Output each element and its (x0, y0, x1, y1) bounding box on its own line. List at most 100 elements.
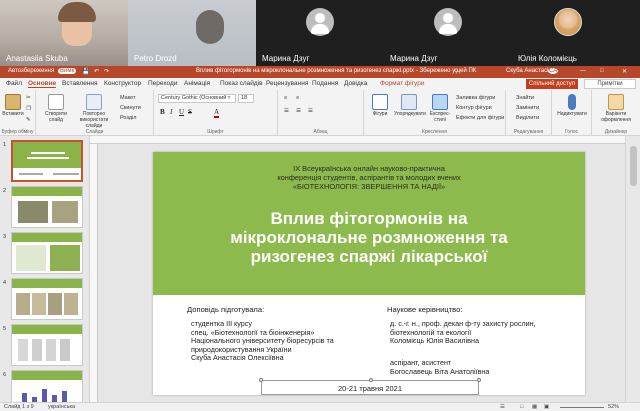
find-button[interactable]: Знайти (516, 95, 534, 101)
italic-button[interactable]: I (170, 108, 172, 116)
design-ideas-button[interactable]: Варіанти оформлення (594, 94, 638, 123)
maximize-icon[interactable]: □ (600, 68, 604, 74)
thumbnail-number: 4 (3, 280, 7, 286)
tab-help[interactable]: Довідка (344, 80, 367, 87)
align-left-icon[interactable]: ☰ (284, 108, 289, 114)
group-label: Креслення (422, 129, 447, 135)
tab-shape-format[interactable]: Формат фігури (380, 80, 424, 87)
cut-icon[interactable]: ✂ (26, 95, 31, 101)
slide-editing-area[interactable]: IX Всеукраїнська онлайн науково-практичн… (98, 144, 625, 402)
supervisor-info[interactable]: д. с.-г. н., проф. декан ф-ту захисту ро… (390, 319, 536, 346)
slide-thumbnail[interactable] (11, 186, 83, 228)
reuse-slides-label: Повторно використати слайди (79, 111, 109, 129)
conference-name[interactable]: IX Всеукраїнська онлайн науково-практичн… (153, 164, 585, 191)
section-button[interactable]: Розділ (120, 115, 136, 121)
numbering-icon[interactable]: ≡ (296, 95, 299, 101)
zoom-slider[interactable] (560, 407, 604, 408)
participant-tile[interactable]: Юлія Коломієць (512, 0, 640, 66)
resize-handle[interactable] (259, 378, 263, 382)
design-ideas-icon (608, 94, 624, 110)
shape-effects-button[interactable]: Ефекти для фігури (456, 115, 504, 121)
close-icon[interactable]: ✕ (622, 68, 627, 75)
date-textbox[interactable]: 20-21 травня 2021 (259, 378, 481, 395)
resize-handle[interactable] (477, 378, 481, 382)
bullets-icon[interactable]: ≡ (284, 95, 287, 101)
slide-thumbnail[interactable] (11, 232, 83, 274)
quick-styles-button[interactable]: Експрес-стилі (426, 94, 454, 123)
slide-thumbnail[interactable] (11, 278, 83, 320)
strikethrough-button[interactable]: S (188, 108, 192, 116)
tab-home[interactable]: Основне (28, 80, 57, 88)
notes-toggle-icon[interactable]: ☰ (500, 404, 505, 410)
minimize-icon[interactable]: — (580, 68, 586, 74)
vertical-scrollbar[interactable] (625, 136, 640, 402)
select-button[interactable]: Виділити (516, 115, 539, 121)
scrollbar-thumb[interactable] (630, 146, 637, 186)
tab-design[interactable]: Конструктор (104, 80, 141, 87)
align-right-icon[interactable]: ☰ (308, 108, 313, 114)
arrange-button[interactable]: Упорядкувати (394, 94, 426, 117)
design-ideas-label: Варіанти оформлення (601, 111, 631, 123)
participant-tile[interactable]: Марина Дзуг (256, 0, 384, 66)
group-label: Голос (564, 129, 579, 135)
dictate-button[interactable]: Надиктувати (554, 94, 590, 117)
participant-name: Anastasiia Skuba (6, 54, 68, 63)
arrange-label: Упорядкувати (394, 111, 426, 117)
paste-button[interactable]: Вставити (2, 94, 24, 117)
shape-fill-button[interactable]: Заливка фігури (456, 95, 495, 101)
notes-button[interactable]: Примітки (584, 79, 636, 89)
participant-tile[interactable]: Anastasiia Skuba (0, 0, 128, 66)
quick-styles-label: Експрес-стилі (429, 111, 451, 123)
supervisor-label[interactable]: Наукове керівництво: (387, 305, 462, 315)
reset-button[interactable]: Скинути (120, 105, 141, 111)
reading-view-icon[interactable]: ▣ (544, 404, 549, 410)
autosave-toggle[interactable]: Вимк (58, 68, 77, 74)
zoom-level[interactable]: 52% (608, 404, 619, 410)
tab-view[interactable]: Подання (312, 80, 338, 87)
participant-tile[interactable]: Марина Дзуг (384, 0, 512, 66)
replace-button[interactable]: Замінити (516, 105, 539, 111)
reuse-slides-button[interactable]: Повторно використати слайди (74, 94, 114, 129)
tab-file[interactable]: Файл (6, 80, 22, 87)
undo-icon[interactable]: ↶ (94, 68, 99, 75)
resize-handle[interactable] (369, 378, 373, 382)
tab-insert[interactable]: Вставлення (62, 80, 98, 87)
microphone-icon (568, 94, 576, 110)
slide-sorter-icon[interactable]: ▦ (532, 404, 537, 410)
slide-title[interactable]: Вплив фітогормонів на мікроклональне роз… (153, 209, 585, 266)
current-slide[interactable]: IX Всеукраїнська онлайн науково-практичн… (153, 152, 585, 395)
user-avatar[interactable]: СА (548, 68, 559, 74)
font-color-icon[interactable]: A (214, 108, 220, 118)
shapes-button[interactable]: Фігури (368, 94, 392, 117)
autosave-label: Автозбереження (8, 68, 55, 74)
quick-styles-icon (432, 94, 448, 110)
assistant-info[interactable]: аспірант, асистент Богославець Віта Анат… (390, 358, 489, 376)
tab-animations[interactable]: Анімація (184, 80, 210, 87)
tab-slideshow[interactable]: Показ слайдів (220, 80, 263, 87)
redo-icon[interactable]: ↷ (104, 68, 109, 75)
underline-button[interactable]: U (179, 108, 184, 116)
participant-tile[interactable]: Petro Drozd (128, 0, 256, 66)
slide-thumbnail[interactable] (11, 324, 83, 366)
language-indicator[interactable]: українська (48, 404, 75, 410)
new-slide-button[interactable]: Створити слайд (42, 94, 70, 123)
slide-thumbnail[interactable] (11, 140, 83, 182)
ribbon-tabs: Файл Основне Вставлення Конструктор Пере… (0, 78, 640, 90)
tab-review[interactable]: Рецензування (266, 80, 308, 87)
align-center-icon[interactable]: ☰ (296, 108, 301, 114)
save-icon[interactable]: 💾 (82, 68, 89, 75)
tab-transitions[interactable]: Переходи (148, 80, 177, 87)
layout-button[interactable]: Макет (120, 95, 136, 101)
prepared-by-label[interactable]: Доповідь підготувала: (187, 305, 264, 315)
participant-video-face (196, 10, 224, 44)
copy-icon[interactable]: ❐ (26, 106, 31, 112)
share-button[interactable]: Спільний доступ (526, 79, 578, 89)
search-icon[interactable]: ⚲ (454, 68, 458, 75)
font-size-field[interactable]: 18 (238, 94, 254, 103)
font-name-field[interactable]: Century Gothic (Основний т (158, 94, 236, 103)
author-info[interactable]: студентка ІІІ курсу спец. «Біотехнології… (191, 319, 334, 363)
format-painter-icon[interactable]: ✎ (26, 117, 31, 123)
normal-view-icon[interactable]: □ (520, 404, 523, 410)
bold-button[interactable]: B (160, 108, 165, 116)
shape-outline-button[interactable]: Контур фігури (456, 105, 492, 111)
